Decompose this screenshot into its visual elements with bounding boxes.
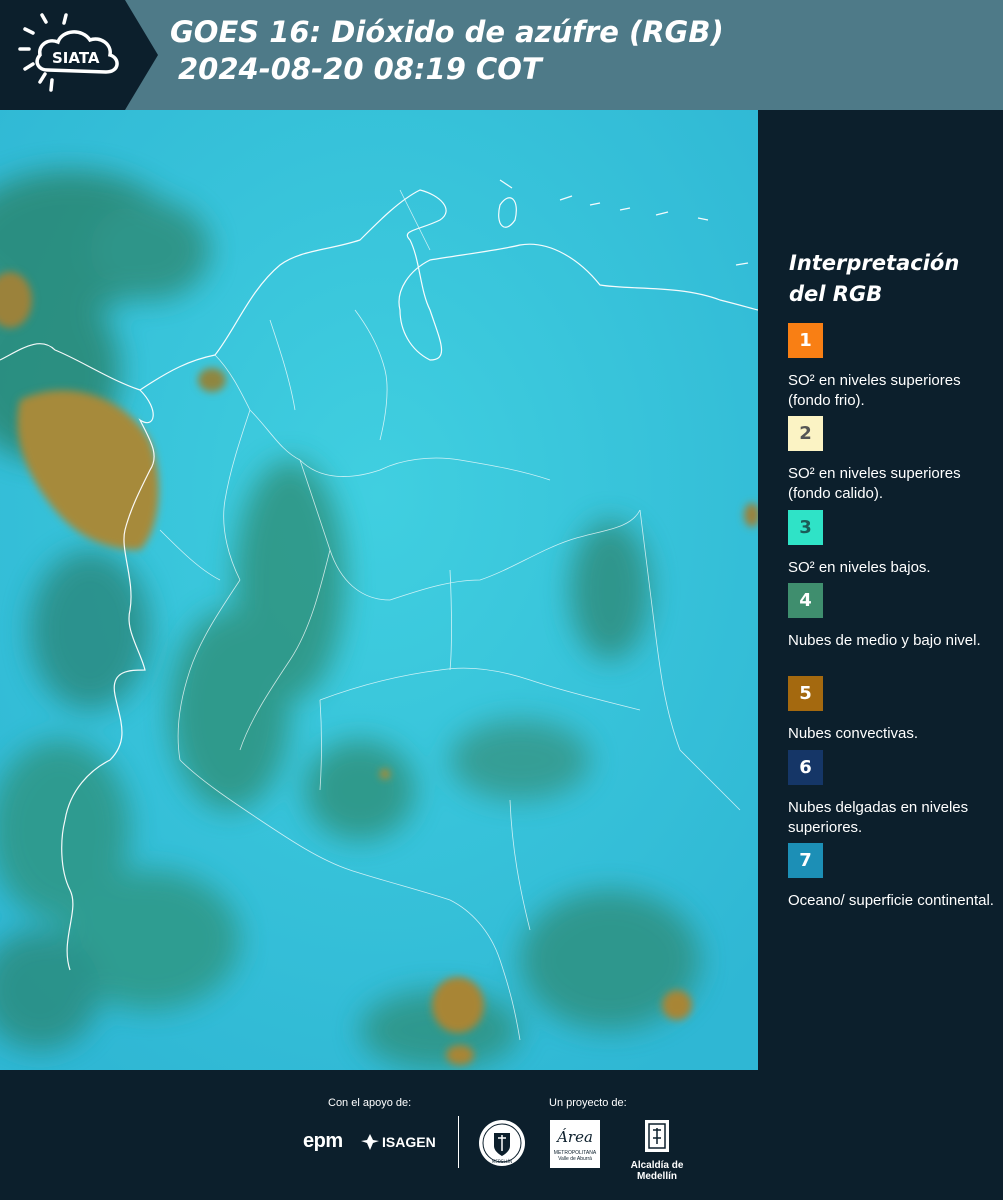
legend-panel: Interpretación del RGB 1 SO² en niveles … — [760, 110, 1003, 1070]
legend-label-3: SO² en niveles bajos. — [788, 559, 931, 576]
legend-item-4: 4 Nubes de medio y bajo nivel. — [788, 583, 1000, 651]
page-title: GOES 16: Dióxido de azúfre (RGB) — [170, 15, 724, 49]
legend-label-4: Nubes de medio y bajo nivel. — [788, 632, 981, 649]
legend-title: Interpretación del RGB — [789, 251, 960, 306]
seal-icon: MEDELLÍN — [479, 1120, 525, 1166]
area-metropolitana-logo: Área METROPOLITANA Valle de Aburrá — [550, 1120, 600, 1168]
legend-label-7: Oceano/ superficie continental. — [788, 892, 994, 909]
project-label: Un proyecto de: — [549, 1097, 627, 1109]
area-text: Área — [557, 1128, 593, 1146]
legend-swatch-4: 4 — [788, 583, 823, 618]
legend-item-6: 6 Nubes delgadas en niveles superiores. — [788, 750, 1000, 838]
siata-logo: SIATA — [0, 0, 158, 110]
footer-bar: Con el apoyo de: Un proyecto de: epm ISA… — [0, 1070, 1003, 1200]
footer-divider — [458, 1116, 459, 1168]
area-sub2: Valle de Aburrá — [558, 1156, 592, 1162]
isagen-icon — [361, 1134, 379, 1150]
legend-item-7: 7 Oceano/ superficie continental. — [788, 843, 1000, 911]
legend-swatch-7: 7 — [788, 843, 823, 878]
legend-item-3: 3 SO² en niveles bajos. — [788, 510, 1000, 578]
legend-item-5: 5 Nubes convectivas. — [788, 676, 1000, 744]
legend-label-5: Nubes convectivas. — [788, 725, 919, 742]
legend-item-2: 2 SO² en niveles superiores (fondo calid… — [788, 416, 1000, 504]
legend-swatch-5: 5 — [788, 676, 823, 711]
isagen-text: ISAGEN — [382, 1134, 436, 1150]
satellite-image — [0, 110, 758, 1070]
timestamp: 2024-08-20 08:19 COT — [178, 52, 542, 86]
isagen-logo: ISAGEN — [360, 1132, 436, 1152]
alcaldia-text: Alcaldía de Medellín — [630, 1160, 684, 1182]
medellin-seal: MEDELLÍN — [477, 1118, 527, 1172]
alcaldia-shield-icon — [645, 1120, 669, 1152]
title-block: GOES 16: Dióxido de azúfre (RGB) 2024-08… — [170, 14, 724, 88]
legend-label-6: Nubes delgadas en niveles superiores. — [788, 799, 969, 836]
logo-text: SIATA — [52, 49, 100, 67]
legend-swatch-6: 6 — [788, 750, 823, 785]
seal-text: MEDELLÍN — [492, 1159, 512, 1164]
header-bar: SIATA GOES 16: Dióxido de azúfre (RGB) 2… — [0, 0, 1003, 110]
alcaldia-logo: Alcaldía de Medellín — [612, 1118, 702, 1182]
legend-item-1: 1 SO² en niveles superiores (fondo frio)… — [788, 323, 1000, 411]
support-label: Con el apoyo de: — [328, 1097, 412, 1109]
legend-swatch-1: 1 — [788, 323, 823, 358]
legend-swatch-2: 2 — [788, 416, 823, 451]
satellite-map — [0, 110, 758, 1070]
legend-label-1: SO² en niveles superiores (fondo frio). — [788, 372, 961, 409]
legend-swatch-3: 3 — [788, 510, 823, 545]
epm-logo: epm — [303, 1130, 343, 1152]
legend-label-2: SO² en niveles superiores (fondo calido)… — [788, 465, 961, 502]
